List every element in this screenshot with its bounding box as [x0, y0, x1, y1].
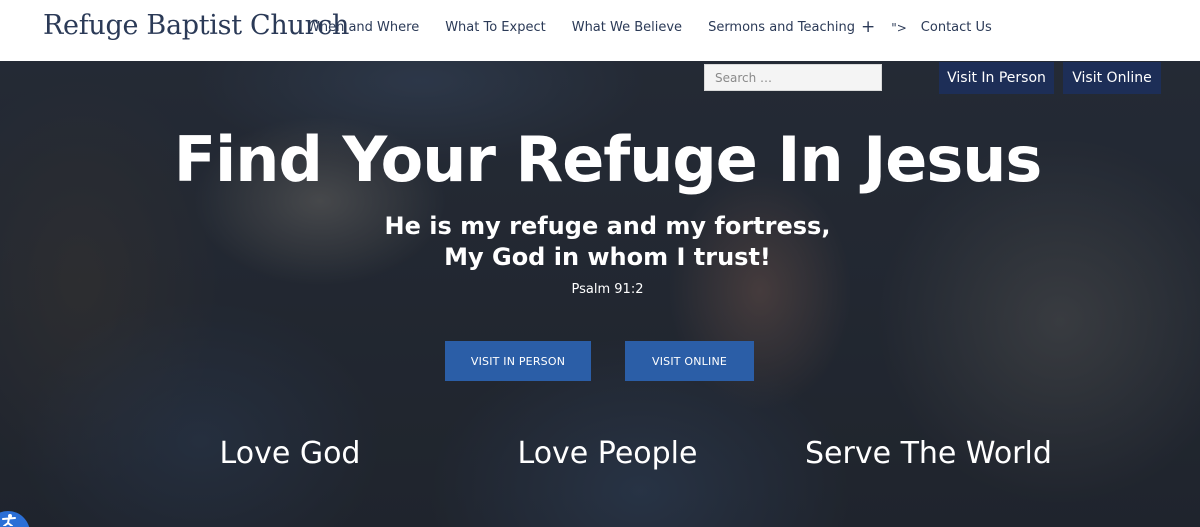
verse-line-2: My God in whom I trust!: [444, 243, 771, 271]
visit-online-cta-button[interactable]: VISIT ONLINE: [625, 341, 754, 381]
accessibility-icon: [2, 514, 16, 526]
main-nav: When and Where What To Expect What We Be…: [307, 19, 992, 36]
verse-reference: Psalm 91:2: [571, 282, 644, 297]
hero-section: Visit In Person Visit Online Find Your R…: [0, 61, 1200, 527]
pillar-love-god: Love God: [219, 436, 361, 471]
pillar-love-people: Love People: [517, 436, 698, 471]
nav-sermons-and-teaching[interactable]: Sermons and Teaching: [708, 20, 855, 35]
site-logo[interactable]: Refuge Baptist Church: [43, 10, 349, 41]
nav-contact-us[interactable]: Contact Us: [921, 20, 992, 35]
visit-in-person-header-button[interactable]: Visit In Person: [939, 62, 1054, 94]
visit-in-person-cta-button[interactable]: VISIT IN PERSON: [445, 341, 591, 381]
nav-when-and-where[interactable]: When and Where: [307, 20, 419, 35]
visit-online-header-button[interactable]: Visit Online: [1063, 62, 1161, 94]
hero-verse: He is my refuge and my fortress, My God …: [0, 211, 1200, 273]
nav-what-we-believe[interactable]: What We Believe: [572, 20, 682, 35]
site-header: Refuge Baptist Church When and Where Wha…: [0, 0, 1200, 61]
stray-markup-text: ">: [891, 20, 907, 35]
nav-what-to-expect[interactable]: What To Expect: [445, 20, 546, 35]
plus-icon[interactable]: +: [861, 19, 875, 36]
search-input[interactable]: [705, 65, 881, 90]
search-box: [704, 64, 882, 91]
pillar-serve-the-world: Serve The World: [805, 436, 1052, 471]
verse-line-1: He is my refuge and my fortress,: [384, 212, 831, 240]
hero-title: Find Your Refuge In Jesus: [173, 123, 1043, 196]
